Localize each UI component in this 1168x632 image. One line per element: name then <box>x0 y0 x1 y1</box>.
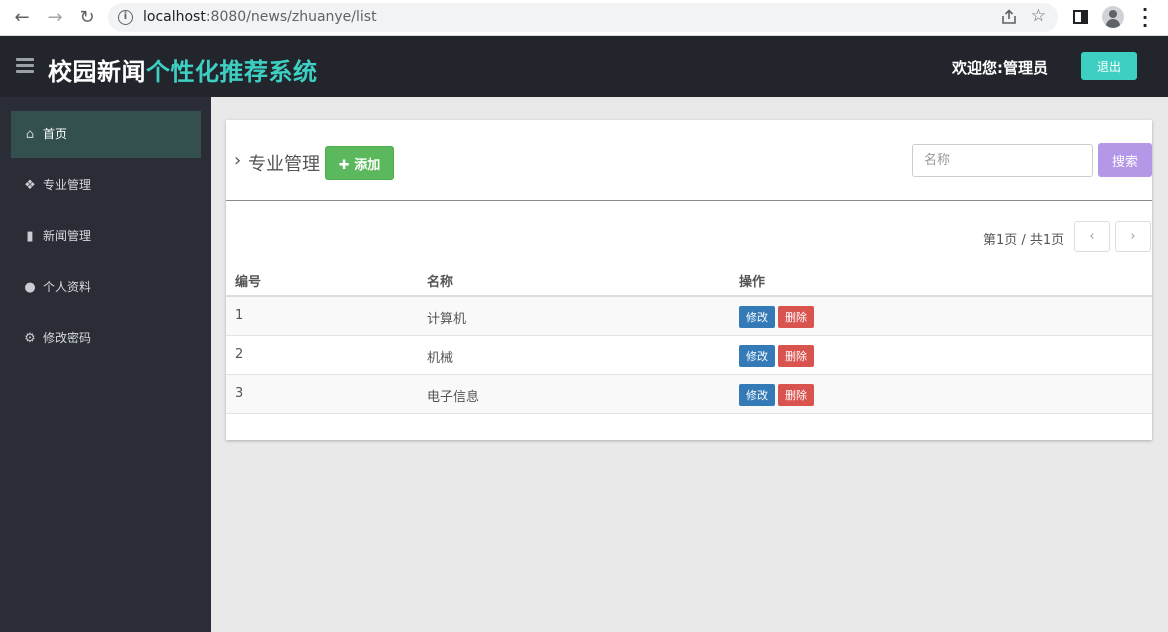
row-id: 2 <box>235 347 244 362</box>
pagination-info: 第1页 / 共1页 <box>983 233 1065 248</box>
edit-button[interactable]: 修改 <box>739 345 775 367</box>
side-panel-icon[interactable] <box>1073 10 1088 24</box>
address-bar[interactable]: i localhost:8080/news/zhuanye/list ☆ <box>108 3 1058 32</box>
column-header-actions: 操作 <box>739 275 766 290</box>
sidebar-item-major[interactable]: ❖ 专业管理 <box>11 162 201 209</box>
content-panel: › 专业管理 ✚ 添加 搜索 第1页 / 共1页 ‹ › 编号 名称 操作 1 … <box>226 120 1152 440</box>
search-button[interactable]: 搜索 <box>1098 143 1152 177</box>
more-menu-icon[interactable]: · · · <box>1140 2 1150 34</box>
profile-avatar-icon[interactable] <box>1102 6 1124 28</box>
chevron-left-icon: ‹ <box>1089 229 1095 244</box>
row-id: 1 <box>235 308 244 323</box>
info-icon[interactable]: i <box>118 10 133 25</box>
sidebar-item-home[interactable]: ⌂ 首页 <box>11 111 201 158</box>
row-name: 计算机 <box>427 312 467 327</box>
app-title: 校园新闻个性化推荐系统 <box>48 58 318 86</box>
user-icon: ● <box>24 280 36 295</box>
sidebar-item-news[interactable]: ▮ 新闻管理 <box>11 213 201 260</box>
forward-arrow-icon[interactable]: → <box>43 6 67 30</box>
bookmark-star-icon[interactable]: ☆ <box>1031 6 1046 26</box>
chevron-right-icon: › <box>234 150 242 171</box>
table-header: 编号 名称 操作 <box>226 260 1152 297</box>
panel-header: › 专业管理 ✚ 添加 搜索 <box>226 120 1152 201</box>
back-arrow-icon[interactable]: ← <box>10 6 34 30</box>
app-header: 校园新闻个性化推荐系统 欢迎您:管理员 退出 <box>0 36 1168 97</box>
hamburger-menu-icon[interactable] <box>16 58 34 73</box>
column-header-id: 编号 <box>235 275 262 290</box>
next-page-button[interactable]: › <box>1115 221 1151 252</box>
row-name: 机械 <box>427 351 454 366</box>
logout-button[interactable]: 退出 <box>1081 52 1137 80</box>
sidebar-item-password[interactable]: ⚙ 修改密码 <box>11 315 201 362</box>
delete-button[interactable]: 删除 <box>778 384 814 406</box>
edit-button[interactable]: 修改 <box>739 384 775 406</box>
table-row: 2 机械 修改 删除 <box>226 336 1152 375</box>
page-title: 专业管理 <box>248 154 320 175</box>
row-name: 电子信息 <box>427 390 480 405</box>
edit-button[interactable]: 修改 <box>739 306 775 328</box>
column-header-name: 名称 <box>427 275 454 290</box>
table-row: 3 电子信息 修改 删除 <box>226 375 1152 414</box>
browser-toolbar: ← → ↻ i localhost:8080/news/zhuanye/list… <box>0 0 1168 36</box>
row-id: 3 <box>235 386 244 401</box>
sidebar-item-profile[interactable]: ● 个人资料 <box>11 264 201 311</box>
gears-icon: ⚙ <box>24 331 36 346</box>
home-icon: ⌂ <box>25 127 35 142</box>
delete-button[interactable]: 删除 <box>778 306 814 328</box>
search-input[interactable] <box>912 144 1093 177</box>
cubes-icon: ❖ <box>24 178 36 193</box>
share-icon[interactable] <box>1000 8 1018 26</box>
url-text[interactable]: localhost:8080/news/zhuanye/list <box>143 9 377 25</box>
reload-icon[interactable]: ↻ <box>75 6 99 30</box>
book-icon: ▮ <box>26 229 34 244</box>
add-button[interactable]: ✚ 添加 <box>325 146 394 180</box>
welcome-text: 欢迎您:管理员 <box>952 59 1048 77</box>
table-row: 1 计算机 修改 删除 <box>226 297 1152 336</box>
sidebar: ⌂ 首页 ❖ 专业管理 ▮ 新闻管理 ● 个人资料 ⚙ 修改密码 <box>0 97 211 632</box>
plus-icon: ✚ <box>338 157 350 173</box>
chevron-right-icon: › <box>1130 229 1136 244</box>
prev-page-button[interactable]: ‹ <box>1074 221 1110 252</box>
delete-button[interactable]: 删除 <box>778 345 814 367</box>
